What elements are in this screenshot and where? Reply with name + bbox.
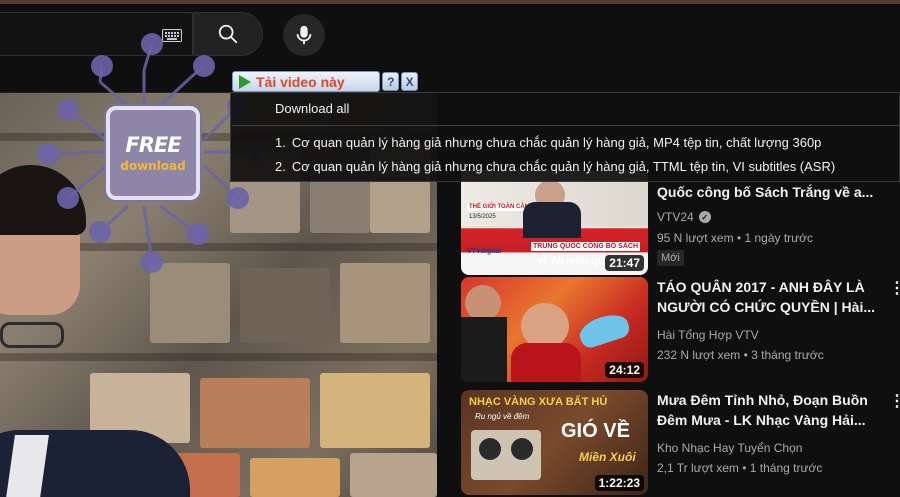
video-meta: 2,1 Tr lượt xem • 1 tháng trước [657,461,823,475]
download-option-mp4[interactable]: 1. Cơ quan quản lý hàng giả nhưng chưa ch… [275,135,821,150]
background-shelf [0,353,437,361]
option-label: Cơ quan quản lý hàng giả nhưng chưa chắc… [291,159,836,174]
close-button[interactable]: X [401,72,418,91]
background-box [320,373,430,448]
channel-name[interactable]: Kho Nhạc Hay Tuyển Chọn [657,441,802,455]
thumbnail-brand: VTVdigital [467,248,502,255]
free-logo-text: FREE [125,133,181,157]
option-number: 1. [275,135,286,150]
background-box [350,453,437,497]
more-options-icon[interactable]: ⋮ [889,392,900,412]
help-button[interactable]: ? [382,72,400,91]
download-video-button[interactable]: Tải video này [232,71,381,92]
download-logo-text: download [120,159,186,173]
option-label: Cơ quan quản lý hàng giả nhưng chưa chắc… [291,135,822,150]
downloader-toolbar: Tải video này ? X [232,70,418,93]
thumbnail-headline-4: Miền Xuôi [579,450,636,464]
video-thumbnail[interactable]: NHẠC VÀNG XƯA BẤT HỦ Ru ngủ về đêm GIÓ V… [461,390,648,495]
video-thumbnail[interactable]: 24:12 [461,277,648,382]
thumbnail-reel [511,438,533,460]
thumbnail-headline-3: GIÓ VỀ [561,420,630,442]
video-duration: 1:22:23 [594,475,644,491]
download-all-option[interactable]: Download all [275,101,349,116]
free-download-logo[interactable]: FREE download [106,106,200,200]
thumbnail-person-body [511,343,581,382]
background-box [340,263,430,343]
new-badge: Mới [657,250,684,266]
video-thumbnail[interactable]: THẾ GIỚI TOÀN CẢNH 13/5/2025 VTVdigital … [461,170,648,275]
thumbnail-person-body [461,317,507,382]
thumbnail-headline-1: TRUNG QUỐC CÔNG BỐ SÁCH [531,242,640,251]
video-title[interactable]: Mưa Đêm Tỉnh Nhỏ, Đoạn Buồn Đêm Mưa - LK… [657,390,885,430]
voice-search-button[interactable] [283,14,325,56]
verified-check-icon: ✓ [698,211,711,223]
option-number: 2. [275,159,286,174]
video-meta: 232 N lượt xem • 3 tháng trước [657,348,824,362]
video-duration: 21:47 [605,255,644,271]
recommendation-item[interactable]: NHẠC VÀNG XƯA BẤT HỦ Ru ngủ về đêm GIÓ V… [461,390,900,496]
more-options-icon[interactable]: ⋮ [889,279,900,299]
video-meta: 95 N lượt xem • 1 ngày trước [657,231,814,245]
background-box [200,378,310,448]
video-title[interactable]: TÁO QUÂN 2017 - ANH ĐÂY LÀ NGƯỜI CÓ CHỨC… [657,277,885,317]
thumbnail-person-head [465,285,501,321]
thumbnail-headline-2: Ru ngủ về đêm [475,412,530,421]
recommendation-item[interactable]: 24:12 TÁO QUÂN 2017 - ANH ĐÂY LÀ NGƯỜI C… [461,277,900,383]
thumbnail-reel [479,438,501,460]
thumbnail-person-body [523,202,581,238]
thumbnail-date: 13/5/2025 [469,214,496,220]
thumbnail-fan-prop [576,309,632,351]
download-option-subtitles[interactable]: 2. Cơ quan quản lý hàng giả nhưng chưa ch… [275,159,835,174]
thumbnail-headline-1: NHẠC VÀNG XƯA BẤT HỦ [469,396,608,408]
channel-name-text: VTV24 [657,210,694,224]
channel-name[interactable]: Hài Tổng Hợp VTV [657,328,759,342]
channel-name-text: Kho Nhạc Hay Tuyển Chọn [657,441,803,455]
video-duration: 24:12 [605,362,644,378]
background-box [250,458,340,497]
microphone-icon [296,25,312,45]
channel-name[interactable]: VTV24 ✓ [657,210,711,224]
menu-divider [232,125,900,126]
video-title[interactable]: Quốc công bố Sách Trắng về a... [657,182,885,202]
play-icon [239,74,251,89]
download-video-label: Tải video này [256,73,345,90]
channel-name-text: Hài Tổng Hợp VTV [657,328,759,342]
news-anchor-glasses [0,322,64,348]
